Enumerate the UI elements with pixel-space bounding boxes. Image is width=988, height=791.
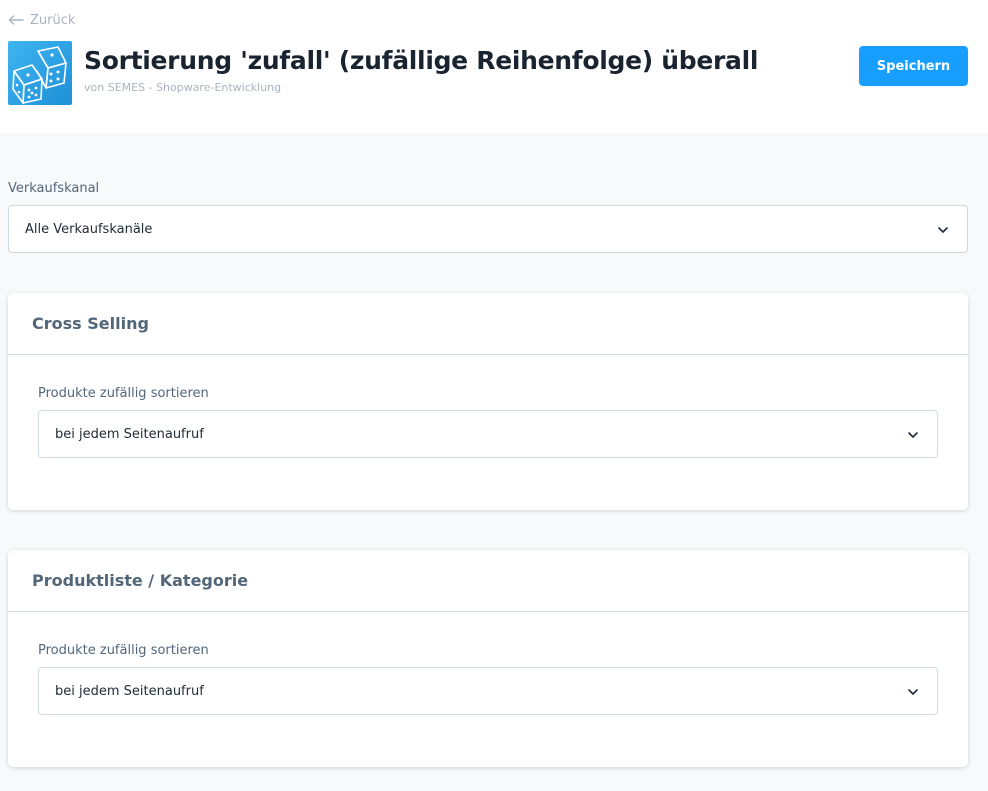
select-value: bei jedem Seitenaufruf [55,426,204,442]
field-label: Produkte zufällig sortieren [38,386,209,401]
chevron-down-icon [908,689,918,695]
card-title: Cross Selling [8,293,968,355]
back-link[interactable]: Zurück [8,11,75,29]
chevron-down-icon [938,227,948,233]
sales-channel-select[interactable]: Alle Verkaufskanäle [8,205,968,253]
arrow-left-icon [8,15,24,25]
card-title: Produktliste / Kategorie [8,550,968,612]
sales-channel-value: Alle Verkaufskanäle [25,221,153,237]
product-listing-sort-select[interactable]: bei jedem Seitenaufruf [38,667,938,715]
app-author: von SEMES - Shopware-Entwicklung [84,81,282,94]
sales-channel-label: Verkaufskanal [8,181,100,196]
cross-selling-sort-select[interactable]: bei jedem Seitenaufruf [38,410,938,458]
cross-selling-card: Cross Selling Produkte zufällig sortiere… [8,293,968,510]
select-value: bei jedem Seitenaufruf [55,683,204,699]
dice-icon [8,41,72,105]
page-header: Zurück Sortierung 'zufall' (zufällige Re… [0,0,988,133]
chevron-down-icon [908,432,918,438]
field-label: Produkte zufällig sortieren [38,643,209,658]
page-title: Sortierung 'zufall' (zufällige Reihenfol… [84,46,759,75]
product-listing-card: Produktliste / Kategorie Produkte zufäll… [8,550,968,767]
save-button[interactable]: Speichern [859,46,968,86]
back-link-label: Zurück [30,12,76,28]
